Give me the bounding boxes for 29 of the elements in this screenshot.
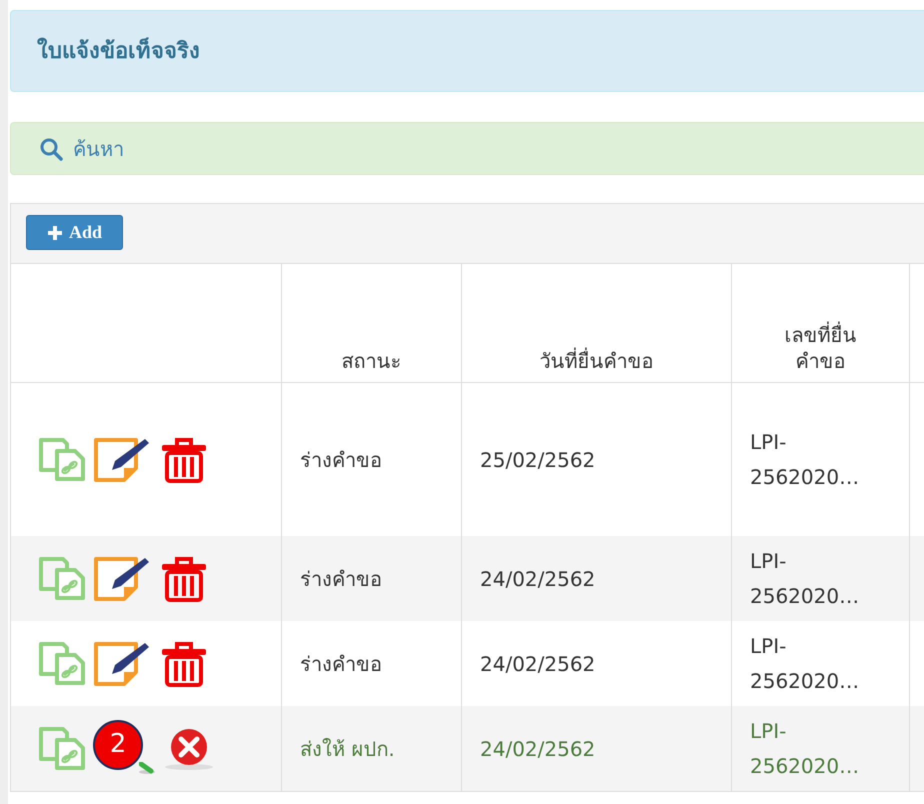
table-cell-text: ร่างคำขอ [300,650,382,678]
table-cell-text: 25/02/2562 [480,446,596,474]
trash-icon[interactable] [159,640,209,686]
table-cell-text: ร่างคำขอ [300,566,382,592]
edit-icon[interactable] [93,640,151,686]
edit-icon[interactable] [93,556,151,602]
column-header: สถานะ [342,348,402,374]
table-cell-text: LPI-2562020… [750,428,860,490]
table-cell-text: 24/02/2562 [480,736,596,762]
table-cell-text: 24/02/2562 [480,650,596,678]
page-title: ใบแจ้งข้อเท็จจริง [37,36,200,66]
table-cell-text: 24/02/2562 [480,566,596,592]
table-cell-text: ร่างคำขอ [300,446,382,474]
search-label: ค้นหา [73,136,124,162]
trash-icon[interactable] [159,556,209,602]
table-cell-text: LPI-2562020… [750,718,860,780]
count-badge: 2 [93,720,143,770]
edit-icon[interactable] [93,436,151,482]
column-header: วันที่ยื่นคำขอ [540,348,654,374]
table-cell-text: LPI-2562020… [750,632,860,694]
search-icon [39,136,63,160]
plus-icon [47,224,63,240]
cancel-icon[interactable] [163,726,215,770]
table-cell-text: ส่งให้ ผปก. [300,736,395,762]
add-button[interactable]: Add [26,215,124,250]
trash-icon[interactable] [159,436,209,482]
table-cell-text: LPI-2562020… [750,548,860,610]
column-header: เลขที่ยื่น คำขอ [784,322,858,374]
search-panel[interactable]: ค้นหา [10,122,924,175]
